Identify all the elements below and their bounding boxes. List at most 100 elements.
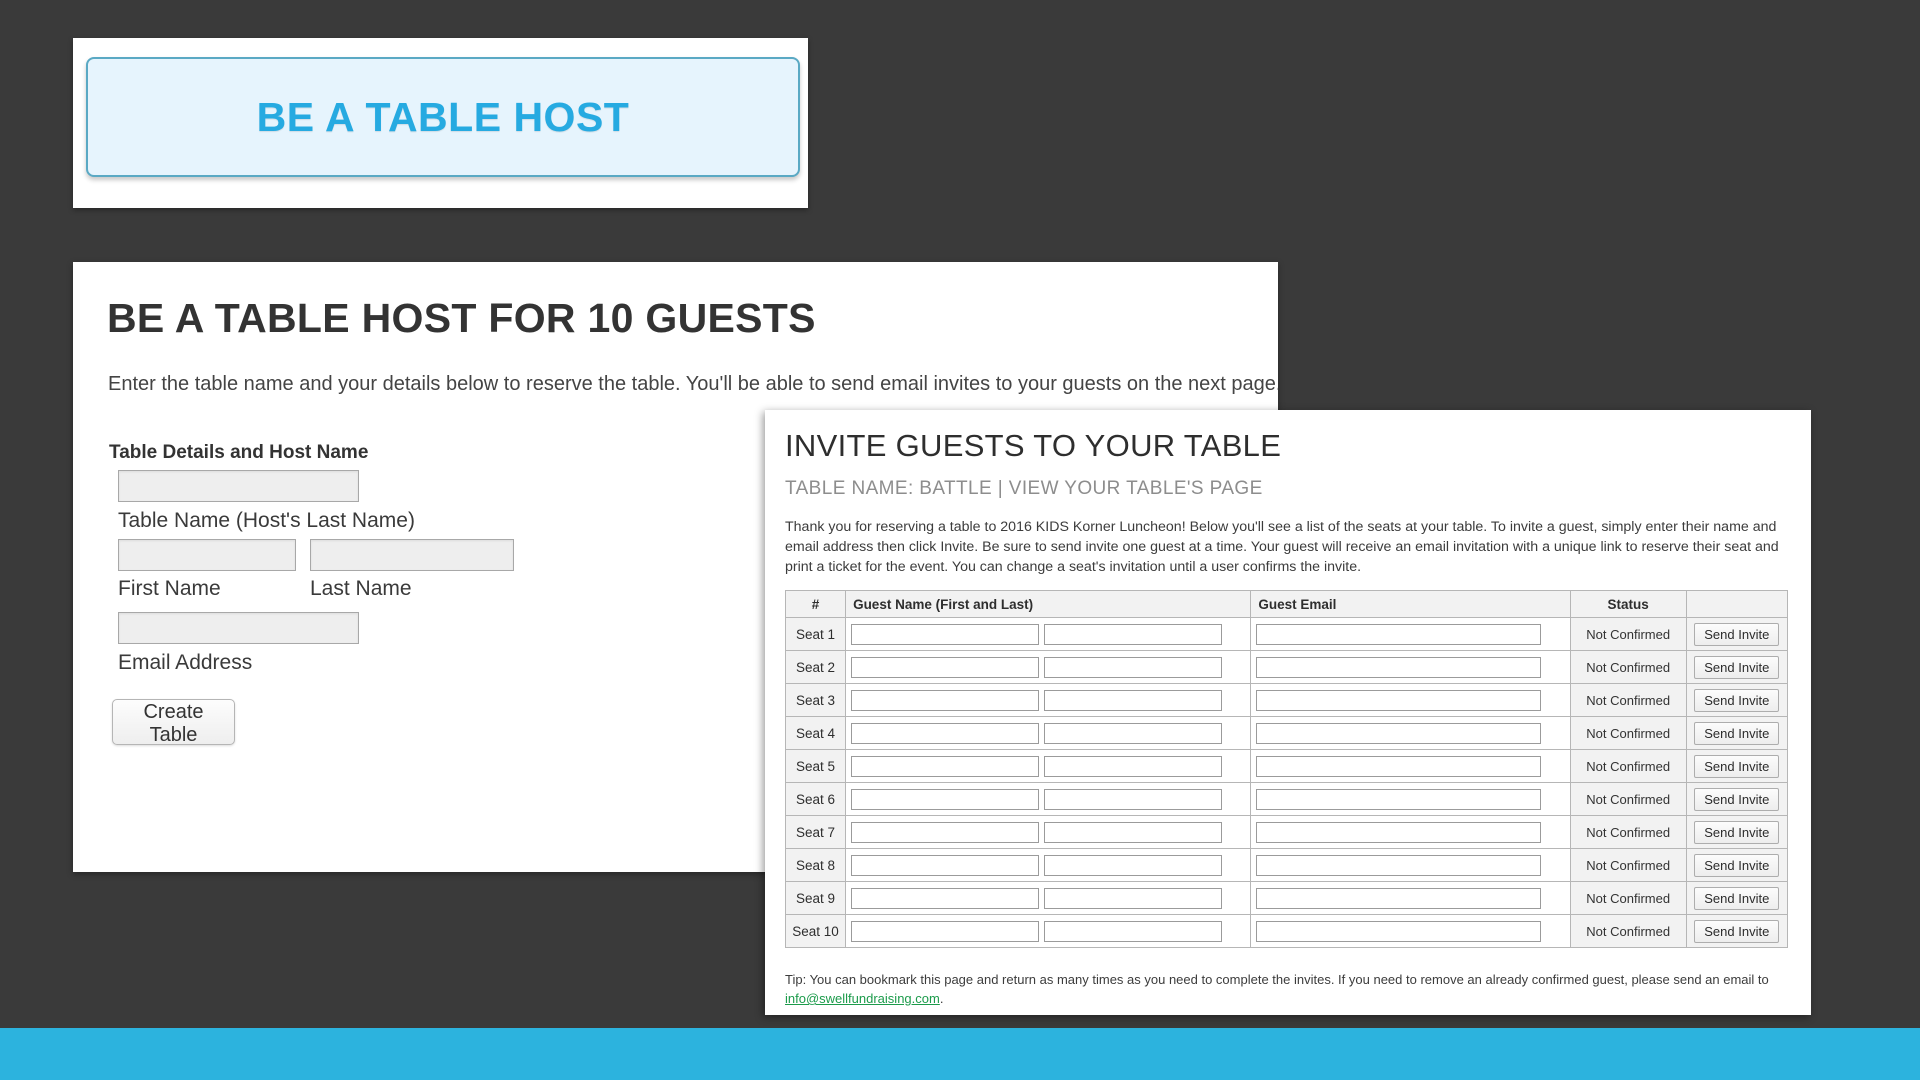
email-address-label: Email Address <box>118 651 253 674</box>
status-badge: Not Confirmed <box>1569 848 1687 882</box>
table-row: Seat 1 Not Confirmed Send Invite <box>784 617 1789 651</box>
column-header-action <box>1685 590 1789 618</box>
guest-seats-table-header: # Guest Name (First and Last) Guest Emai… <box>784 590 1789 618</box>
guest-first-name-input[interactable] <box>851 920 1040 942</box>
guest-last-name-input[interactable] <box>1044 788 1223 810</box>
invite-guests-panel: INVITE GUESTS TO YOUR TABLE TABLE NAME: … <box>765 410 1811 1015</box>
guest-email-cell <box>1250 914 1571 948</box>
seat-number-cell: Seat 7 <box>784 815 847 849</box>
invite-instructions-paragraph: Thank you for reserving a table to 2016 … <box>785 519 1779 575</box>
guest-name-cell <box>845 881 1252 915</box>
guest-last-name-input[interactable] <box>1044 854 1223 876</box>
guest-email-cell <box>1250 815 1571 849</box>
guest-last-name-input[interactable] <box>1044 821 1223 843</box>
host-form-intro-text: Enter the table name and your details be… <box>108 373 1278 395</box>
table-name-label: Table Name (Host's Last Name) <box>118 509 415 532</box>
last-name-input[interactable] <box>310 539 514 571</box>
create-table-button[interactable]: Create Table <box>112 699 235 746</box>
guest-name-cell <box>845 617 1252 651</box>
invite-tip-suffix: . <box>939 991 944 1006</box>
guest-seats-table-body: Seat 1 Not Confirmed Send Invite Seat 2 Not … <box>784 617 1789 948</box>
guest-email-input[interactable] <box>1256 656 1542 678</box>
guest-name-cell <box>845 683 1252 717</box>
send-invite-button[interactable]: Send Invite <box>1694 820 1780 844</box>
table-name-subtitle[interactable]: TABLE NAME: BATTLE | VIEW YOUR TABLE'S P… <box>785 478 1263 500</box>
guest-email-input[interactable] <box>1256 854 1542 876</box>
guest-email-input[interactable] <box>1256 920 1542 942</box>
send-invite-button[interactable]: Send Invite <box>1694 688 1780 712</box>
seat-number-cell: Seat 3 <box>784 683 847 717</box>
column-header-guest-name: Guest Name (First and Last) <box>845 590 1252 618</box>
seat-number-cell: Seat 9 <box>784 881 847 915</box>
send-invite-cell: Send Invite <box>1685 716 1789 750</box>
guest-email-cell <box>1250 782 1571 816</box>
guest-name-cell <box>845 914 1252 948</box>
guest-email-input[interactable] <box>1256 887 1542 909</box>
send-invite-cell: Send Invite <box>1685 881 1789 915</box>
send-invite-button[interactable]: Send Invite <box>1694 886 1780 910</box>
guest-last-name-input[interactable] <box>1044 656 1223 678</box>
status-badge: Not Confirmed <box>1569 650 1687 684</box>
status-badge: Not Confirmed <box>1569 617 1687 651</box>
be-a-table-host-button[interactable]: BE A TABLE HOST <box>86 57 800 177</box>
table-details-section-heading: Table Details and Host Name <box>109 442 369 463</box>
email-address-input[interactable] <box>118 612 359 644</box>
send-invite-button[interactable]: Send Invite <box>1694 721 1780 745</box>
send-invite-button[interactable]: Send Invite <box>1694 853 1780 877</box>
send-invite-button[interactable]: Send Invite <box>1694 754 1780 778</box>
guest-last-name-input[interactable] <box>1044 755 1223 777</box>
status-badge: Not Confirmed <box>1569 683 1687 717</box>
guest-last-name-input[interactable] <box>1044 689 1223 711</box>
host-form-title: BE A TABLE HOST FOR 10 GUESTS <box>107 295 816 341</box>
guest-first-name-input[interactable] <box>851 887 1040 909</box>
guest-email-input[interactable] <box>1256 788 1542 810</box>
guest-email-cell <box>1250 683 1571 717</box>
guest-email-input[interactable] <box>1256 722 1542 744</box>
column-header-status: Status <box>1569 590 1687 618</box>
seat-number-cell: Seat 4 <box>784 716 847 750</box>
guest-name-cell <box>845 815 1252 849</box>
guest-email-input[interactable] <box>1256 821 1542 843</box>
guest-first-name-input[interactable] <box>851 788 1040 810</box>
guest-email-input[interactable] <box>1256 689 1542 711</box>
seat-number-cell: Seat 1 <box>784 617 847 651</box>
seat-number-cell: Seat 10 <box>784 914 847 948</box>
table-row: Seat 3 Not Confirmed Send Invite <box>784 683 1789 717</box>
guest-last-name-input[interactable] <box>1044 623 1223 645</box>
column-header-guest-email: Guest Email <box>1250 590 1571 618</box>
first-name-input[interactable] <box>118 539 296 571</box>
send-invite-cell: Send Invite <box>1685 848 1789 882</box>
send-invite-button[interactable]: Send Invite <box>1694 622 1780 646</box>
guest-first-name-input[interactable] <box>851 656 1040 678</box>
table-row: Seat 10 Not Confirmed Send Invite <box>784 914 1789 948</box>
send-invite-button[interactable]: Send Invite <box>1694 655 1780 679</box>
guest-first-name-input[interactable] <box>851 722 1040 744</box>
table-row: Seat 7 Not Confirmed Send Invite <box>784 815 1789 849</box>
be-a-table-host-button-screenshot: BE A TABLE HOST <box>73 38 808 208</box>
guest-last-name-input[interactable] <box>1044 887 1223 909</box>
guest-first-name-input[interactable] <box>851 689 1040 711</box>
status-badge: Not Confirmed <box>1569 782 1687 816</box>
guest-last-name-input[interactable] <box>1044 920 1223 942</box>
guest-first-name-input[interactable] <box>851 623 1040 645</box>
invite-guests-title: INVITE GUESTS TO YOUR TABLE <box>785 428 1282 463</box>
send-invite-button[interactable]: Send Invite <box>1694 919 1780 943</box>
table-row: Seat 6 Not Confirmed Send Invite <box>784 782 1789 816</box>
guest-email-input[interactable] <box>1256 755 1542 777</box>
guest-email-input[interactable] <box>1256 623 1542 645</box>
table-row: Seat 5 Not Confirmed Send Invite <box>784 749 1789 783</box>
guest-first-name-input[interactable] <box>851 755 1040 777</box>
support-email-link[interactable]: info@swellfundraising.com <box>785 991 940 1006</box>
guest-last-name-input[interactable] <box>1044 722 1223 744</box>
guest-first-name-input[interactable] <box>851 821 1040 843</box>
table-row: Seat 2 Not Confirmed Send Invite <box>784 650 1789 684</box>
status-badge: Not Confirmed <box>1569 914 1687 948</box>
send-invite-cell: Send Invite <box>1685 782 1789 816</box>
send-invite-cell: Send Invite <box>1685 650 1789 684</box>
seat-number-cell: Seat 5 <box>784 749 847 783</box>
send-invite-cell: Send Invite <box>1685 749 1789 783</box>
status-badge: Not Confirmed <box>1569 749 1687 783</box>
send-invite-button[interactable]: Send Invite <box>1694 787 1780 811</box>
guest-first-name-input[interactable] <box>851 854 1040 876</box>
table-name-input[interactable] <box>118 470 359 502</box>
